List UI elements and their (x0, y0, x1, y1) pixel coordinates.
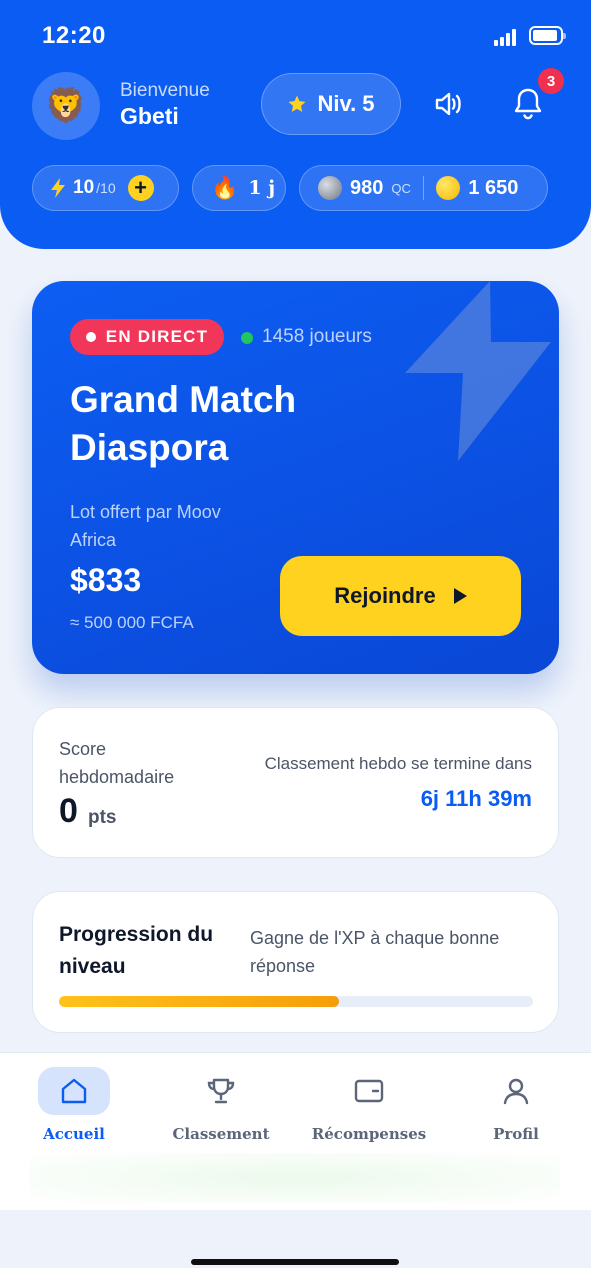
username: Gbeti (120, 103, 179, 129)
weekly-score-unit: pts (88, 807, 117, 828)
sponsor-text: Lot offert par Moov Africa (70, 502, 221, 550)
qc-unit: QC (391, 180, 411, 196)
join-label: Rejoindre (334, 583, 436, 608)
nav-icon-wrap (480, 1067, 552, 1115)
notification-badge: 3 (536, 66, 566, 96)
user-icon (503, 1078, 529, 1105)
nav-item-classement[interactable]: Classement (161, 1067, 281, 1143)
players-count: 1458 joueurs (262, 326, 372, 347)
divider (422, 176, 425, 200)
signal-icon (494, 28, 520, 46)
header: 12:20 🦁 Bienvenue Gbeti Niv. 5 3 10 /10 … (0, 0, 591, 249)
progress-title: Progression du niveau (59, 923, 214, 978)
lightning-icon (51, 178, 65, 198)
prize-value: $833 (70, 562, 142, 598)
weekly-score-card: Score hebdomadaire 0 pts Classement hebd… (32, 707, 559, 858)
leaderboard-ends-label: Classement hebdo se termine dans (264, 754, 532, 773)
level-button[interactable]: Niv. 5 (261, 73, 401, 135)
level-progress-card: Progression du niveau Gagne de l'XP à ch… (32, 891, 559, 1033)
status-time: 12:20 (42, 22, 106, 49)
nav-label: Récompenses (311, 1125, 427, 1143)
avatar[interactable]: 🦁 (32, 72, 100, 140)
progress-bar (59, 996, 533, 1007)
live-badge-label: EN DIRECT (105, 327, 209, 346)
leaderboard-countdown: 6j 11h 39m (420, 786, 532, 811)
nav-icon-wrap (38, 1067, 110, 1115)
energy-value: 10 (73, 177, 95, 198)
lightning-bg-icon (405, 281, 551, 461)
match-title: Grand Match Diaspora (70, 379, 297, 468)
nav-item-accueil[interactable]: Accueil (14, 1067, 134, 1143)
join-button[interactable]: Rejoindre (280, 556, 521, 636)
progress-subtitle: Gagne de l'XP à chaque bonne réponse (250, 928, 500, 976)
battery-icon (529, 26, 566, 45)
live-match-card[interactable]: EN DIRECT 1458 joueurs Grand Match Diasp… (32, 281, 559, 674)
live-dot (85, 332, 96, 342)
currency-pill[interactable]: 980 QC 1 650 (299, 165, 548, 211)
trophy-icon (207, 1078, 235, 1104)
coins-value: 1 650 (468, 176, 519, 199)
lion-avatar-icon: 🦁 (44, 87, 88, 125)
flame-icon: 🔥 (211, 175, 239, 200)
energy-pill[interactable]: 10 /10 + (32, 165, 179, 211)
nav-label: Profil (493, 1125, 539, 1143)
bottom-nav: Accueil Classement Récompenses Profil (0, 1052, 591, 1210)
streak-pill[interactable]: 🔥 1 j (192, 165, 286, 211)
nav-icon-wrap (333, 1067, 405, 1115)
energy-max: /10 (96, 180, 116, 196)
nav-item-recompenses[interactable]: Récompenses (309, 1067, 429, 1143)
progress-fill (59, 996, 339, 1007)
home-icon (61, 1078, 87, 1104)
prize-fcfa: ≈ 500 000 FCFA (70, 613, 194, 632)
online-dot (241, 332, 253, 344)
streak-value: 1 j (248, 177, 276, 199)
weekly-score-value: 0 (59, 792, 78, 830)
live-badge: EN DIRECT (70, 319, 224, 355)
add-energy-button[interactable]: + (127, 175, 154, 201)
welcome-text: Bienvenue (120, 80, 210, 101)
qc-value: 980 (350, 176, 384, 199)
level-label: Niv. 5 (317, 91, 375, 116)
wallet-icon (354, 1079, 384, 1103)
nav-glow (30, 1153, 560, 1203)
nav-icon-wrap (185, 1067, 257, 1115)
home-indicator[interactable] (191, 1259, 399, 1265)
nav-label: Accueil (43, 1125, 105, 1143)
star-icon (288, 95, 306, 112)
moon-coin-icon (318, 176, 342, 200)
nav-item-profil[interactable]: Profil (456, 1067, 576, 1143)
weekly-score-label: Score hebdomadaire (59, 739, 175, 787)
gold-coin-icon (436, 176, 461, 200)
play-icon (453, 588, 467, 604)
nav-label: Classement (172, 1125, 270, 1143)
speaker-icon[interactable] (434, 90, 464, 118)
